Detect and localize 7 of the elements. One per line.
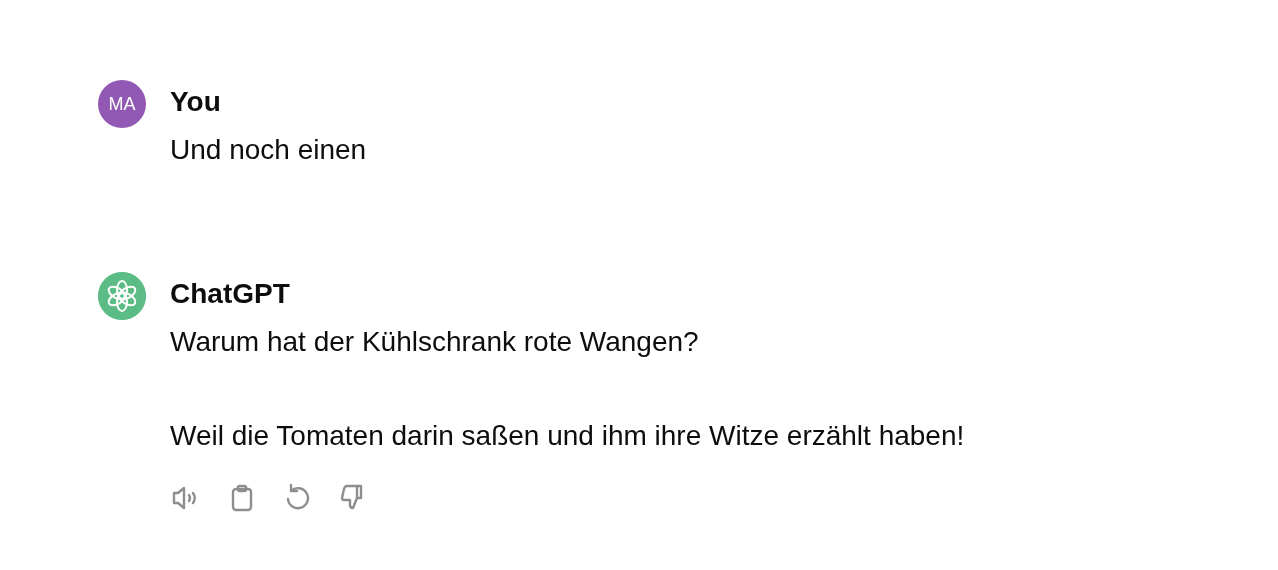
author-name: ChatGPT bbox=[170, 277, 291, 311]
message-text: Und noch einen bbox=[170, 133, 367, 167]
assistant-avatar-icon bbox=[98, 272, 146, 320]
author-name: You bbox=[170, 85, 222, 119]
user-avatar: MA bbox=[98, 80, 146, 128]
message-text: Weil die Tomaten darin saßen und ihm ihre Witze erzählt haben! bbox=[170, 419, 965, 453]
message-text: Warum hat der Kühlschrank rote Wangen? bbox=[170, 325, 700, 359]
